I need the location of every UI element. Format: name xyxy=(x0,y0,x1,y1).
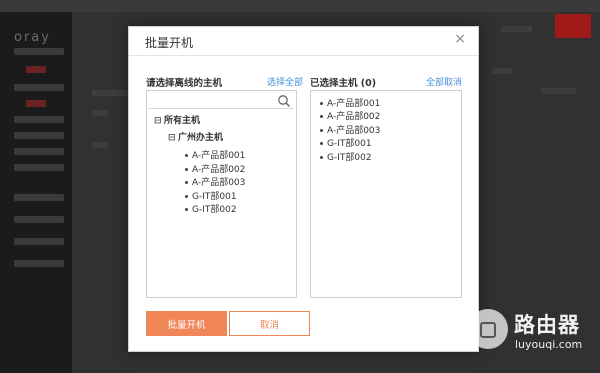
selected-hosts-label: 已选择主机 (0) xyxy=(310,78,377,89)
background-sidebar-item xyxy=(26,66,46,73)
tree-host-item[interactable]: A-产品部003 xyxy=(185,175,245,188)
background-sidebar-item xyxy=(14,260,64,267)
bullet-icon xyxy=(185,208,188,211)
tree-host-item[interactable]: A-产品部002 xyxy=(185,162,245,175)
background-titlebar xyxy=(0,0,600,12)
background-sidebar-item xyxy=(14,194,64,201)
bullet-icon xyxy=(185,181,188,184)
watermark-text: 路由器 xyxy=(514,313,580,337)
background-sidebar: oray xyxy=(0,12,72,373)
batch-power-on-button[interactable]: 批量开机 xyxy=(146,311,227,336)
close-icon[interactable]: × xyxy=(454,31,466,47)
background-logo: oray xyxy=(14,30,51,45)
host-name: A-产品部001 xyxy=(327,99,381,109)
tree-host-item[interactable]: G-IT部002 xyxy=(185,202,237,215)
tree-group-guangzhou[interactable]: ⊟ 广州办主机 xyxy=(168,130,223,143)
tree-node-label: 所有主机 xyxy=(164,116,201,126)
background-text xyxy=(502,26,532,32)
background-text xyxy=(92,90,132,96)
tree-root-all-hosts[interactable]: ⊟ 所有主机 xyxy=(154,113,200,126)
selected-host-item[interactable]: G-IT部002 xyxy=(320,150,372,163)
watermark-url: luyouqi.com xyxy=(515,338,583,351)
background-red-button xyxy=(555,14,591,38)
host-name: G-IT部001 xyxy=(192,192,237,202)
bullet-icon xyxy=(185,154,188,157)
offline-hosts-panel: ⊟ 所有主机 ⊟ 广州办主机 A-产品部001 A-产品部002 A-产品部003 … xyxy=(146,90,297,298)
background-sidebar-item xyxy=(14,84,64,91)
select-all-link[interactable]: 选择全部 xyxy=(267,75,303,88)
dialog-title: 批量开机 xyxy=(145,36,194,50)
background-sidebar-item xyxy=(14,148,64,155)
collapse-icon[interactable]: ⊟ xyxy=(168,133,176,143)
host-name: A-产品部003 xyxy=(192,178,246,188)
offline-hosts-label: 请选择离线的主机 xyxy=(146,78,223,89)
background-sidebar-item xyxy=(14,216,64,223)
watermark-logo xyxy=(468,309,508,349)
selected-hosts-panel: A-产品部001 A-产品部002 A-产品部003 G-IT部001 G-IT… xyxy=(310,90,462,298)
background-sidebar-item xyxy=(26,100,46,107)
background-text xyxy=(542,88,576,94)
bullet-icon xyxy=(185,168,188,171)
selected-host-item[interactable]: A-产品部003 xyxy=(320,123,380,136)
bullet-icon xyxy=(185,195,188,198)
search-icon[interactable] xyxy=(277,94,291,108)
selected-host-item[interactable]: A-产品部001 xyxy=(320,96,380,109)
router-icon xyxy=(480,322,496,338)
batch-power-on-dialog: 批量开机 × 请选择离线的主机 选择全部 已选择主机 (0) 全部取消 ⊟ 所有主… xyxy=(128,26,479,352)
host-name: G-IT部002 xyxy=(327,153,372,163)
background-sidebar-item xyxy=(14,132,64,139)
background-sidebar-item xyxy=(14,238,64,245)
selected-host-item[interactable]: G-IT部001 xyxy=(320,136,372,149)
tree-node-label: 广州办主机 xyxy=(178,133,224,143)
selected-host-item[interactable]: A-产品部002 xyxy=(320,109,380,122)
deselect-all-link[interactable]: 全部取消 xyxy=(426,75,462,88)
background-text xyxy=(92,110,108,116)
host-search xyxy=(149,93,294,109)
bullet-icon xyxy=(320,156,323,159)
host-name: G-IT部002 xyxy=(192,205,237,215)
watermark: 路由器 luyouqi.com xyxy=(468,307,598,357)
bullet-icon xyxy=(320,129,323,132)
tree-host-item[interactable]: A-产品部001 xyxy=(185,148,245,161)
host-name: A-产品部002 xyxy=(192,165,246,175)
bullet-icon xyxy=(320,115,323,118)
cancel-button[interactable]: 取消 xyxy=(229,311,310,336)
collapse-icon[interactable]: ⊟ xyxy=(154,116,162,126)
background-sidebar-item xyxy=(14,48,64,55)
host-search-input[interactable] xyxy=(149,93,274,108)
host-name: G-IT部001 xyxy=(327,139,372,149)
title-divider xyxy=(129,55,478,56)
background-text xyxy=(92,142,108,148)
host-name: A-产品部003 xyxy=(327,126,381,136)
background-text xyxy=(492,68,512,74)
background-sidebar-item xyxy=(14,116,64,123)
host-name: A-产品部001 xyxy=(192,151,246,161)
background-sidebar-item xyxy=(14,164,64,171)
bullet-icon xyxy=(320,102,323,105)
bullet-icon xyxy=(320,142,323,145)
host-name: A-产品部002 xyxy=(327,112,381,122)
tree-host-item[interactable]: G-IT部001 xyxy=(185,189,237,202)
